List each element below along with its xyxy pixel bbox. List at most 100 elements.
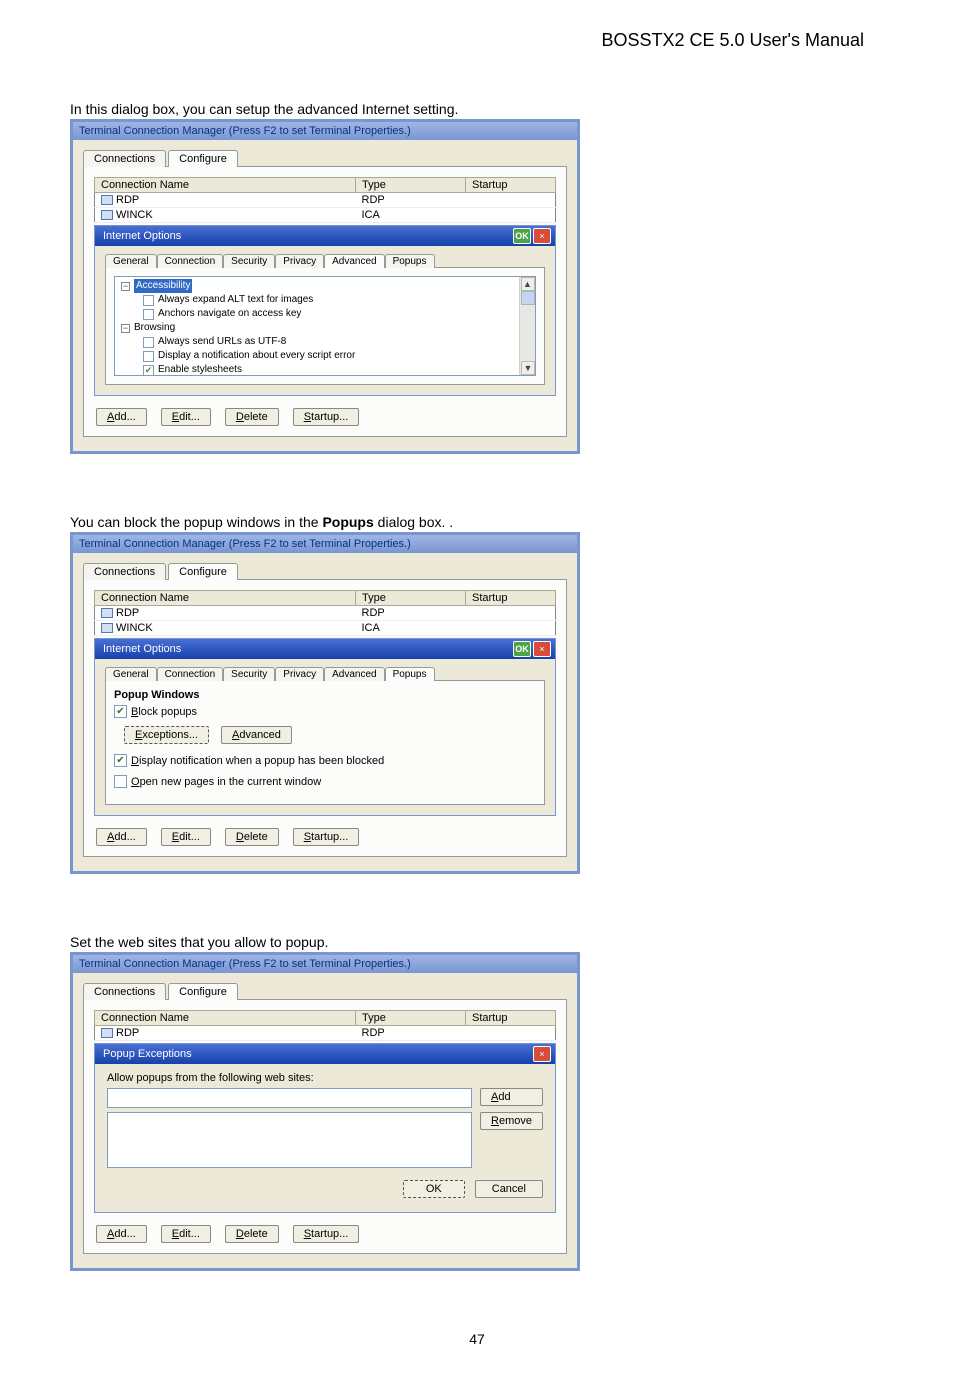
col-startup[interactable]: Startup bbox=[466, 1011, 556, 1026]
ok-button[interactable]: OK bbox=[513, 228, 531, 244]
doc-header: BOSSTX2 CE 5.0 User's Manual bbox=[70, 30, 884, 51]
delete-button[interactable]: Delete bbox=[225, 828, 279, 846]
tab-general[interactable]: General bbox=[105, 667, 157, 681]
table-row[interactable]: RDP RDP bbox=[95, 1026, 556, 1041]
scroll-up-icon[interactable]: ▲ bbox=[521, 277, 535, 291]
checkbox[interactable] bbox=[114, 775, 127, 788]
scroll-thumb[interactable] bbox=[521, 291, 535, 305]
col-startup[interactable]: Startup bbox=[466, 178, 556, 193]
edit-button[interactable]: Edit... bbox=[161, 1225, 211, 1243]
cat-browsing[interactable]: −Browsing bbox=[117, 321, 533, 335]
col-type[interactable]: Type bbox=[356, 1011, 466, 1026]
edit-button[interactable]: Edit... bbox=[161, 828, 211, 846]
notify-row[interactable]: Display notification when a popup has be… bbox=[114, 754, 536, 767]
opt-script-error[interactable]: Display a notification about every scrip… bbox=[117, 349, 533, 363]
delete-button[interactable]: Delete bbox=[225, 408, 279, 426]
checkbox[interactable] bbox=[143, 351, 154, 362]
col-type[interactable]: Type bbox=[356, 591, 466, 606]
opt-anchors[interactable]: Anchors navigate on access key bbox=[117, 307, 533, 321]
close-button[interactable]: × bbox=[533, 228, 551, 244]
terminal-icon bbox=[101, 210, 113, 220]
scrollbar[interactable]: ▲ ▼ bbox=[519, 277, 535, 375]
tcm-window-1: Terminal Connection Manager (Press F2 to… bbox=[70, 119, 580, 454]
exceptions-button[interactable]: Exceptions... bbox=[124, 726, 209, 744]
tab-security[interactable]: Security bbox=[223, 254, 275, 268]
cat-accessibility[interactable]: −Accessibility bbox=[117, 279, 533, 293]
advanced-button[interactable]: Advanced bbox=[221, 726, 292, 744]
tab-security[interactable]: Security bbox=[223, 667, 275, 681]
checkbox[interactable] bbox=[143, 309, 154, 320]
tab-popups[interactable]: Popups bbox=[385, 254, 435, 268]
col-name[interactable]: Connection Name bbox=[95, 178, 356, 193]
terminal-icon bbox=[101, 623, 113, 633]
tab-privacy[interactable]: Privacy bbox=[275, 667, 324, 681]
outer-tabs: Connections Configure bbox=[83, 150, 567, 167]
col-name[interactable]: Connection Name bbox=[95, 1011, 356, 1026]
table-row[interactable]: WINCK ICA bbox=[95, 208, 556, 223]
exceptions-label: Allow popups from the following web site… bbox=[107, 1072, 543, 1084]
col-type[interactable]: Type bbox=[356, 178, 466, 193]
opt-stylesheets[interactable]: Enable stylesheets bbox=[117, 363, 533, 376]
tab-connection[interactable]: Connection bbox=[157, 254, 224, 268]
tab-privacy[interactable]: Privacy bbox=[275, 254, 324, 268]
tcm-window-3: Terminal Connection Manager (Press F2 to… bbox=[70, 952, 580, 1271]
window-title: Terminal Connection Manager (Press F2 to… bbox=[73, 122, 577, 140]
cancel-button[interactable]: Cancel bbox=[475, 1180, 543, 1198]
tab-advanced[interactable]: Advanced bbox=[324, 667, 384, 681]
startup-button[interactable]: Startup... bbox=[293, 408, 360, 426]
ok-button[interactable]: OK bbox=[513, 641, 531, 657]
open-new-row[interactable]: Open new pages in the current window bbox=[114, 775, 536, 788]
block-popups-row[interactable]: Block popups bbox=[114, 705, 536, 718]
tab-configure[interactable]: Configure bbox=[168, 563, 238, 580]
tcm-window-2: Terminal Connection Manager (Press F2 to… bbox=[70, 532, 580, 874]
checkbox[interactable] bbox=[114, 754, 127, 767]
add-button[interactable]: Add... bbox=[96, 828, 147, 846]
delete-button[interactable]: Delete bbox=[225, 1225, 279, 1243]
tab-connections[interactable]: Connections bbox=[83, 983, 166, 1000]
col-name[interactable]: Connection Name bbox=[95, 591, 356, 606]
add-button[interactable]: Add... bbox=[96, 1225, 147, 1243]
tab-connections[interactable]: Connections bbox=[83, 150, 166, 167]
startup-button[interactable]: Startup... bbox=[293, 828, 360, 846]
caption-popups: You can block the popup windows in the P… bbox=[70, 514, 884, 530]
advanced-tree[interactable]: ▲ ▼ −Accessibility Always expand ALT tex… bbox=[114, 276, 536, 376]
popup-title: Popup Windows bbox=[114, 689, 536, 701]
collapse-icon[interactable]: − bbox=[121, 282, 130, 291]
opt-utf8[interactable]: Always send URLs as UTF-8 bbox=[117, 335, 533, 349]
tab-general[interactable]: General bbox=[105, 254, 157, 268]
checkbox[interactable] bbox=[143, 295, 154, 306]
checkbox[interactable] bbox=[143, 337, 154, 348]
add-site-button[interactable]: Add bbox=[480, 1088, 543, 1106]
table-row[interactable]: RDP RDP bbox=[95, 193, 556, 208]
cell-type: RDP bbox=[356, 193, 466, 208]
tab-connections[interactable]: Connections bbox=[83, 563, 166, 580]
site-input[interactable] bbox=[107, 1088, 472, 1108]
opt-alt-text[interactable]: Always expand ALT text for images bbox=[117, 293, 533, 307]
close-button[interactable]: × bbox=[533, 641, 551, 657]
table-row[interactable]: RDP RDP bbox=[95, 606, 556, 621]
cell-name: WINCK bbox=[116, 209, 153, 221]
checkbox[interactable] bbox=[143, 365, 154, 376]
startup-button[interactable]: Startup... bbox=[293, 1225, 360, 1243]
cell-type: ICA bbox=[356, 208, 466, 223]
sites-listbox[interactable] bbox=[107, 1112, 472, 1168]
collapse-icon[interactable]: − bbox=[121, 324, 130, 333]
tab-connection[interactable]: Connection bbox=[157, 667, 224, 681]
internet-options-dialog: Internet Options OK × General Connection… bbox=[94, 638, 556, 816]
tab-configure[interactable]: Configure bbox=[168, 150, 238, 167]
col-startup[interactable]: Startup bbox=[466, 591, 556, 606]
terminal-icon bbox=[101, 608, 113, 618]
remove-site-button[interactable]: Remove bbox=[480, 1112, 543, 1130]
scroll-down-icon[interactable]: ▼ bbox=[521, 361, 535, 375]
ok-button[interactable]: OK bbox=[403, 1180, 465, 1198]
window-title: Terminal Connection Manager (Press F2 to… bbox=[73, 535, 577, 553]
checkbox[interactable] bbox=[114, 705, 127, 718]
tab-popups[interactable]: Popups bbox=[385, 667, 435, 681]
add-button[interactable]: Add... bbox=[96, 408, 147, 426]
table-row[interactable]: WINCK ICA bbox=[95, 621, 556, 636]
edit-button[interactable]: Edit... bbox=[161, 408, 211, 426]
tab-configure[interactable]: Configure bbox=[168, 983, 238, 1000]
tab-advanced[interactable]: Advanced bbox=[324, 254, 384, 268]
close-button[interactable]: × bbox=[533, 1046, 551, 1062]
dialog-title: Internet Options bbox=[103, 230, 181, 242]
